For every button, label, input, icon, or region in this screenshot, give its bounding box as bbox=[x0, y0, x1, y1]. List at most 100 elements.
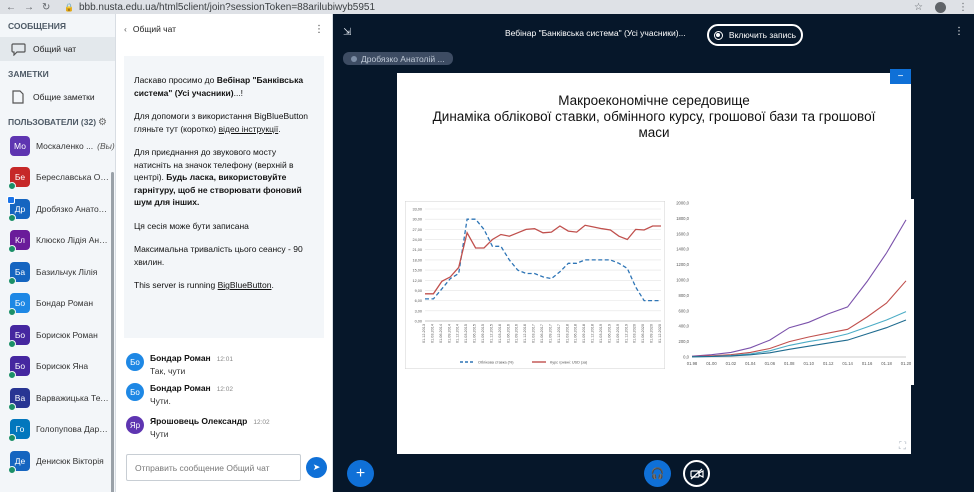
x-tick-label: 01.03.2015 bbox=[464, 324, 468, 343]
actions-button[interactable]: + bbox=[347, 460, 374, 487]
profile-icon[interactable] bbox=[935, 1, 946, 13]
x-tick-label: 01.10 bbox=[803, 361, 814, 366]
minimize-presentation-button[interactable]: − bbox=[890, 69, 911, 84]
share-webcam-button[interactable] bbox=[683, 460, 710, 487]
message-time: 12:02 bbox=[216, 386, 233, 393]
url-text: bbb.nusta.edu.ua/html5client/join?sessio… bbox=[78, 1, 376, 13]
reload-icon[interactable]: ↻ bbox=[42, 2, 50, 13]
audio-status-icon bbox=[8, 402, 16, 411]
user-name: Борисюк Яна bbox=[36, 361, 89, 372]
user-list-item[interactable]: Бо Борисюк Яна bbox=[0, 351, 115, 383]
x-tick-label: 01.12.2020 bbox=[658, 324, 662, 343]
user-name: Голопупова Дарина bbox=[36, 424, 110, 435]
message-text: Чути. bbox=[150, 396, 171, 406]
message-avatar: Яр bbox=[126, 416, 144, 434]
welcome-message: Ласкаво просимо до Вебінар "Банківська с… bbox=[124, 56, 324, 338]
record-button[interactable]: Включить запись bbox=[707, 24, 803, 46]
browser-toolbar: ← → ↻ 🔒 bbb.nusta.edu.ua/html5client/joi… bbox=[0, 0, 974, 14]
gear-icon[interactable]: ⚙ bbox=[98, 117, 107, 128]
chat-bubble-icon bbox=[10, 42, 26, 56]
user-list-item[interactable]: Де Денисюк Вікторія bbox=[0, 445, 115, 477]
user-name: Бондар Роман bbox=[36, 298, 94, 309]
browser-menu-icon[interactable]: ⋮ bbox=[958, 2, 968, 13]
x-tick-label: 01.09.2014 bbox=[447, 324, 451, 343]
shared-notes-item[interactable]: Общие заметки bbox=[0, 85, 115, 109]
send-button[interactable]: ➤ bbox=[306, 457, 327, 478]
y-tick-label: 600,0 bbox=[679, 308, 690, 313]
chart-money-supply: 2000,0 1800,0 1600,0 1400,0 1200,0 1000,0 800,… bbox=[668, 199, 914, 385]
y-tick-label: 400,0 bbox=[679, 324, 690, 329]
user-list-item[interactable]: Бо Бондар Роман bbox=[0, 288, 115, 320]
y-tick-label: 6,00 bbox=[415, 299, 422, 303]
public-chat-label: Общий чат bbox=[33, 44, 77, 54]
address-bar[interactable]: 🔒 bbb.nusta.edu.ua/html5client/join?sess… bbox=[64, 2, 375, 13]
user-avatar: Го bbox=[8, 419, 30, 443]
x-tick-label: 01.03.2020 bbox=[633, 324, 637, 343]
join-audio-button[interactable]: 🎧 bbox=[644, 460, 671, 487]
user-name: Береславська Ол... bbox=[36, 172, 110, 183]
y-tick-label: 800,0 bbox=[679, 293, 690, 298]
options-menu-icon[interactable]: ⋮ bbox=[954, 26, 964, 37]
plus-icon: + bbox=[355, 464, 366, 482]
users-header: ПОЛЬЗОВАТЕЛИ (32) ⚙ bbox=[8, 116, 107, 128]
x-tick-label: 01.06.2014 bbox=[439, 324, 443, 343]
y-tick-label: 27,00 bbox=[412, 228, 422, 232]
x-tick-label: 01.09.2020 bbox=[650, 324, 654, 343]
x-tick-label: 01.16 bbox=[862, 361, 873, 366]
audio-status-icon bbox=[8, 308, 16, 317]
user-list-panel: СООБЩЕНИЯ Общий чат ЗАМЕТКИ Общие заметк… bbox=[0, 14, 116, 492]
chat-options-icon[interactable]: ⋮ bbox=[314, 24, 324, 35]
x-tick-label: 01.14 bbox=[842, 361, 853, 366]
user-list-scrollbar[interactable] bbox=[111, 172, 114, 492]
x-tick-label: 01.12.2017 bbox=[557, 324, 561, 343]
audio-status-icon bbox=[8, 213, 16, 222]
chat-message-input[interactable]: Отправить сообщение Общий чат bbox=[126, 454, 301, 481]
user-avatar: Бе bbox=[8, 167, 30, 191]
presentation-area: ⇲ Вебінар "Банківська система" (Усі учас… bbox=[333, 14, 974, 492]
user-list-item[interactable]: Кл Клюско Лідія Анто... bbox=[0, 225, 115, 257]
legend-label: Курс гривні: USD (за) bbox=[550, 361, 588, 365]
user-avatar: Кл bbox=[8, 230, 30, 254]
bigbluebutton-link[interactable]: BigBlueButton bbox=[218, 280, 272, 290]
user-name: Базильчук Лілія bbox=[36, 266, 98, 277]
user-name: Борисюк Роман bbox=[36, 329, 98, 340]
x-tick-label: 01.12.2016 bbox=[523, 324, 527, 343]
x-tick-label: 01.09.2015 bbox=[481, 324, 485, 343]
y-tick-label: 18,00 bbox=[412, 258, 422, 262]
x-tick-label: 01.08 bbox=[784, 361, 795, 366]
forward-arrow-icon[interactable]: → bbox=[24, 2, 34, 13]
user-list-item[interactable]: Мо Москаленко ... (Вы) bbox=[0, 130, 115, 162]
x-tick-label: 01.03.2019 bbox=[599, 324, 603, 343]
user-list-item[interactable]: Ба Базильчук Лілія bbox=[0, 256, 115, 288]
user-list-toggle-icon[interactable]: ⇲ bbox=[343, 27, 351, 38]
x-tick-label: 01.03.2014 bbox=[430, 324, 434, 343]
public-chat-item[interactable]: Общий чат bbox=[0, 37, 115, 61]
user-list-item[interactable]: Бе Береславська Ол... bbox=[0, 162, 115, 194]
chevron-left-icon[interactable]: ‹ bbox=[124, 24, 127, 34]
x-tick-label: 01.06.2020 bbox=[641, 324, 645, 343]
x-tick-label: 01.06.2016 bbox=[506, 324, 510, 343]
x-tick-label: 01.03.2016 bbox=[498, 324, 502, 343]
fullscreen-icon[interactable]: ⛶ bbox=[899, 441, 906, 452]
x-tick-label: 01.04 bbox=[745, 361, 756, 366]
audio-status-icon bbox=[8, 434, 16, 443]
user-list-item[interactable]: Бо Борисюк Роман bbox=[0, 319, 115, 351]
x-tick-label: 01.03.2017 bbox=[532, 324, 536, 343]
user-list-item[interactable]: Ва Варважицька Тет... bbox=[0, 382, 115, 414]
video-instructions-link[interactable]: відео інструкції bbox=[219, 124, 279, 134]
x-tick-label: 01.06.2017 bbox=[540, 324, 544, 343]
talking-indicator: Дробязко Анатолій ... bbox=[343, 52, 453, 65]
back-arrow-icon[interactable]: ← bbox=[6, 2, 16, 13]
user-avatar: Бо bbox=[8, 356, 30, 380]
chat-header: ‹ Общий чат ⋮ bbox=[116, 14, 332, 44]
x-tick-label: 01.98 bbox=[687, 361, 698, 366]
chart-discount-rate-exchange: 33,00 30,00 27,00 24,00 21,00 18,00 15,00 12,00… bbox=[405, 201, 665, 369]
user-avatar: Бо bbox=[8, 324, 30, 348]
user-list-item[interactable]: Др Дробязко Анатолі... bbox=[0, 193, 115, 225]
messages-header: СООБЩЕНИЯ bbox=[8, 21, 66, 31]
x-tick-label: 01.06.2018 bbox=[574, 324, 578, 343]
user-list-item[interactable]: Го Голопупова Дарина bbox=[0, 414, 115, 446]
y-tick-label: 21,00 bbox=[412, 248, 422, 252]
star-icon[interactable]: ☆ bbox=[914, 2, 923, 13]
x-tick-label: 01.12.2014 bbox=[456, 324, 460, 343]
